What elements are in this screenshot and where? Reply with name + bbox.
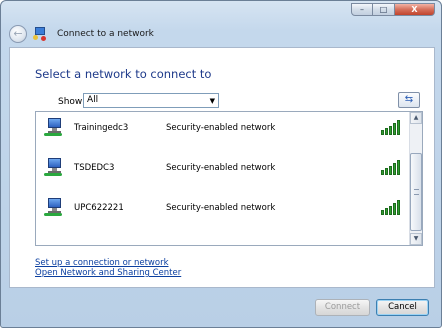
network-wizard-icon [33,27,47,41]
network-sharing-center-link[interactable]: Open Network and Sharing Center [35,268,181,278]
refresh-icon: ⇆ [404,94,414,105]
refresh-button[interactable]: ⇆ [398,92,420,108]
show-label: Show [58,97,83,107]
network-list[interactable]: Trainingedc3 Security-enabled network TS… [35,111,423,246]
title-bar: ← Connect to a network [9,23,429,45]
network-name: Trainingedc3 [74,123,129,133]
vertical-scrollbar[interactable]: ▲ ▼ [409,112,422,245]
close-button[interactable]: X [395,3,435,16]
network-security: Security-enabled network [166,203,276,213]
network-computer-icon [44,158,64,178]
network-row[interactable]: TSDEDC3 Security-enabled network [36,152,410,192]
scrollbar-thumb[interactable] [410,153,422,231]
signal-strength-icon [381,199,403,215]
show-filter-dropdown[interactable]: All ▼ [83,93,219,108]
signal-strength-icon [381,119,403,135]
scroll-up-icon[interactable]: ▲ [410,112,422,124]
network-name: TSDEDC3 [74,163,115,173]
page-heading: Select a network to connect to [35,67,212,81]
network-security: Security-enabled network [166,163,276,173]
window-controls: – □ X [351,3,435,16]
chevron-down-icon: ▼ [209,97,215,105]
network-name: UPC622221 [74,203,124,213]
connect-button[interactable]: Connect [315,299,370,316]
back-arrow-icon[interactable]: ← [9,25,27,43]
content-pane: Select a network to connect to Show All … [9,47,435,288]
network-security: Security-enabled network [166,123,276,133]
network-row[interactable]: Trainingedc3 Security-enabled network [36,112,410,152]
signal-strength-icon [381,159,403,175]
cancel-button[interactable]: Cancel [376,299,429,316]
show-filter-value: All [87,95,99,105]
network-computer-icon [44,198,64,218]
scroll-down-icon[interactable]: ▼ [410,233,422,245]
minimize-button[interactable]: – [351,3,373,16]
setup-connection-link[interactable]: Set up a connection or network [35,258,169,268]
maximize-button[interactable]: □ [373,3,395,16]
network-computer-icon [44,118,64,138]
window-frame: – □ X ← Connect to a network Select a ne… [0,0,442,328]
window-title: Connect to a network [57,29,154,39]
network-row[interactable]: UPC622221 Security-enabled network [36,192,410,232]
